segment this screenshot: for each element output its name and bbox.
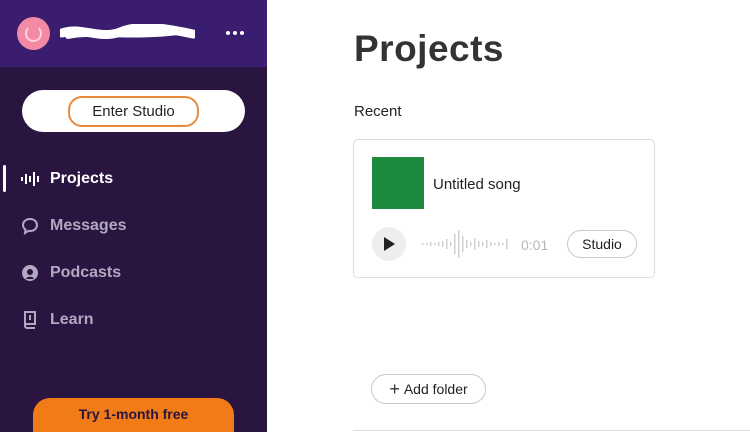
chat-bubble-icon xyxy=(20,216,40,236)
sidebar-item-podcasts[interactable]: Podcasts xyxy=(0,249,267,296)
project-card[interactable]: Untitled song 0:01 Studio xyxy=(353,139,655,278)
page-title: Projects xyxy=(354,28,505,69)
book-icon xyxy=(20,310,40,330)
section-label-recent: Recent xyxy=(354,103,402,120)
sidebar-item-projects[interactable]: Projects xyxy=(0,155,267,202)
sidebar-header xyxy=(0,0,267,67)
divider xyxy=(353,430,750,431)
plus-icon: + xyxy=(389,379,400,399)
avatar-ring-icon xyxy=(25,25,42,42)
more-options-icon[interactable] xyxy=(224,22,246,44)
project-title: Untitled song xyxy=(433,176,521,193)
sidebar-item-learn[interactable]: Learn xyxy=(0,296,267,343)
redacted-username xyxy=(60,24,195,40)
sidebar-item-label: Podcasts xyxy=(50,263,122,281)
sidebar: Enter Studio Projects Messages Podcasts … xyxy=(0,0,267,432)
enter-studio-label: Enter Studio xyxy=(68,95,199,127)
try-free-button[interactable]: Try 1-month free xyxy=(33,398,234,432)
enter-studio-button[interactable]: Enter Studio xyxy=(22,90,245,132)
add-folder-label: Add folder xyxy=(403,381,468,397)
project-thumbnail xyxy=(372,157,424,209)
podcast-icon xyxy=(20,263,40,283)
sidebar-nav: Projects Messages Podcasts Learn xyxy=(0,155,267,343)
avatar[interactable] xyxy=(17,17,50,50)
sidebar-item-messages[interactable]: Messages xyxy=(0,202,267,249)
play-button[interactable] xyxy=(372,227,406,261)
duration-label: 0:01 xyxy=(521,237,549,253)
waveform-preview xyxy=(422,230,508,258)
play-icon xyxy=(384,237,395,251)
waveform-icon xyxy=(20,169,40,189)
sidebar-item-label: Learn xyxy=(50,310,94,328)
open-in-studio-button[interactable]: Studio xyxy=(567,230,637,258)
sidebar-item-label: Messages xyxy=(50,216,127,234)
try-free-label: Try 1-month free xyxy=(78,406,189,422)
add-folder-button[interactable]: + Add folder xyxy=(371,374,486,404)
sidebar-item-label: Projects xyxy=(50,169,114,187)
